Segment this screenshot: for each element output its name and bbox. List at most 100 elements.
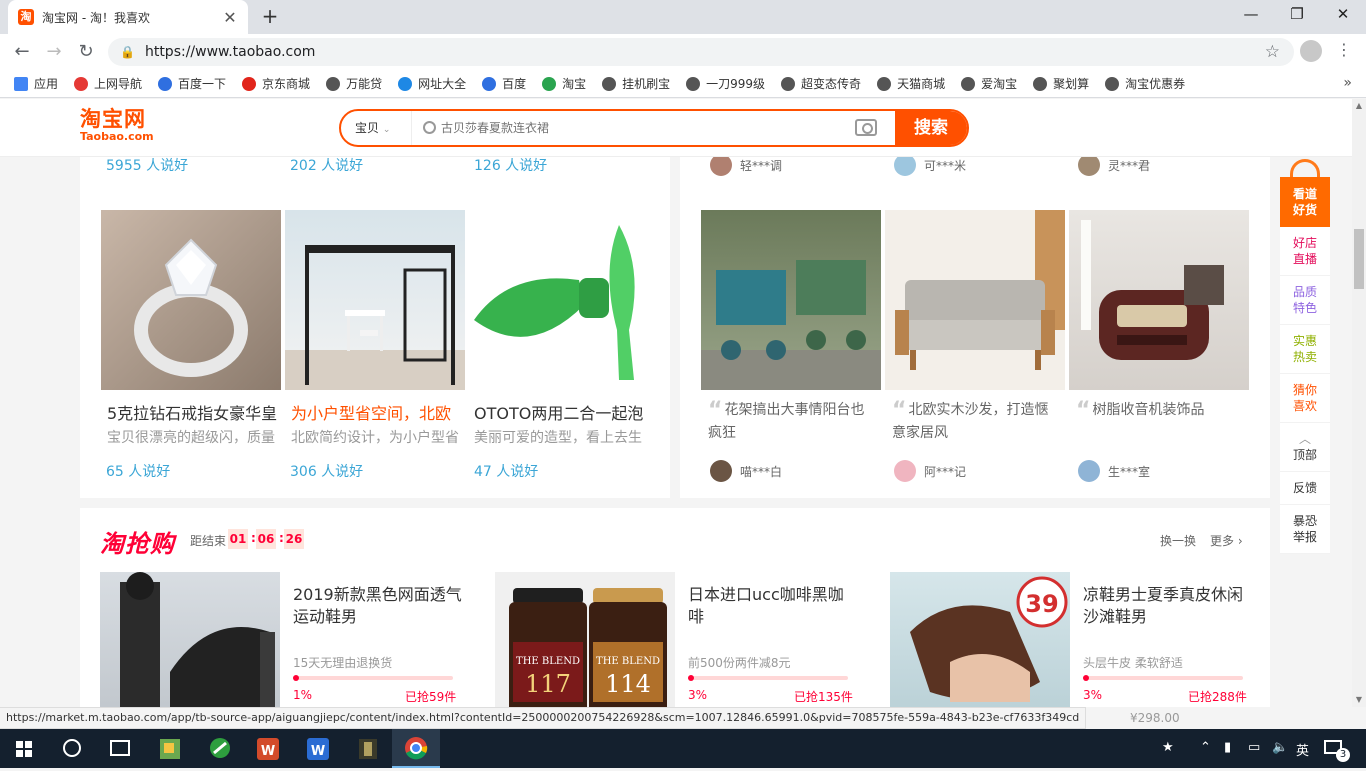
search-button[interactable]: 搜索 bbox=[895, 111, 967, 145]
side-tool-item[interactable]: 品质特色 bbox=[1280, 276, 1330, 325]
countdown-label: 距结束 bbox=[190, 534, 227, 548]
side-tool-item[interactable]: 好店直播 bbox=[1280, 227, 1330, 276]
apps-grid-icon bbox=[14, 76, 28, 91]
search-category-select[interactable]: 宝贝 ⌄ bbox=[355, 111, 390, 145]
refresh-link[interactable]: 换一换 bbox=[1160, 532, 1196, 549]
bookmark-item[interactable]: 上网导航 bbox=[74, 75, 142, 92]
volume-icon[interactable]: 🔈 bbox=[1272, 740, 1288, 755]
bookmark-item[interactable]: 应用 bbox=[14, 75, 58, 92]
bookmark-favicon-icon bbox=[686, 76, 701, 91]
forward-arrow-icon[interactable]: → bbox=[42, 40, 66, 64]
side-tool-label: 暴恐举报 bbox=[1292, 514, 1317, 544]
review-quote[interactable]: “北欧实木沙发，打造惬意家居风 bbox=[892, 399, 1062, 444]
bookmark-favicon-icon bbox=[961, 76, 976, 91]
bookmark-favicon-icon bbox=[542, 76, 557, 91]
reload-icon[interactable]: ↻ bbox=[74, 40, 98, 64]
radio-product-image[interactable] bbox=[1069, 210, 1249, 390]
bookmark-label: 一刀999级 bbox=[706, 77, 766, 91]
bookmark-item[interactable]: 淘宝 bbox=[542, 75, 586, 92]
side-tool-item[interactable]: 暴恐举报 bbox=[1280, 505, 1330, 554]
network-icon[interactable]: ▭ bbox=[1248, 740, 1260, 755]
tab-close-icon[interactable]: ✕ bbox=[222, 8, 238, 27]
side-tool-item[interactable]: 猜你喜欢 bbox=[1280, 374, 1330, 423]
flash-item-subtitle: 15天无理由退换货 bbox=[293, 656, 393, 670]
bookmark-item[interactable]: 网址大全 bbox=[398, 75, 466, 92]
task-view-icon[interactable] bbox=[96, 729, 144, 768]
browser-tab[interactable]: 淘 淘宝网 - 淘！我喜欢 ✕ bbox=[8, 0, 248, 34]
scroll-up-icon[interactable]: ▲ bbox=[1352, 99, 1366, 113]
ring-product-image[interactable] bbox=[101, 210, 281, 390]
product-title[interactable]: 5克拉钻石戒指女豪华皇 bbox=[107, 400, 279, 424]
camera-icon[interactable] bbox=[855, 119, 877, 136]
battery-icon[interactable]: ▮ bbox=[1224, 740, 1231, 755]
back-arrow-icon[interactable]: ← bbox=[10, 40, 34, 64]
review-quote[interactable]: “树脂收音机装饰品 bbox=[1076, 399, 1246, 422]
game-app-icon[interactable] bbox=[344, 729, 392, 768]
minimize-icon[interactable]: — bbox=[1228, 0, 1274, 30]
user-name: 可***米 bbox=[924, 158, 967, 173]
bookmark-star-icon[interactable]: ☆ bbox=[1265, 42, 1280, 62]
scroll-thumb[interactable] bbox=[1354, 229, 1364, 289]
photos-app-icon[interactable] bbox=[146, 729, 194, 768]
360-browser-icon[interactable] bbox=[196, 729, 244, 768]
menu-dots-icon[interactable]: ⋮ bbox=[1336, 40, 1352, 59]
side-tool-item[interactable]: 实惠热卖 bbox=[1280, 325, 1330, 374]
flash-item-title[interactable]: 凉鞋男士夏季真皮休闲沙滩鞋男 bbox=[1083, 584, 1253, 628]
bookmarks-bar: 应用 上网导航 百度一下 京东商城 万能贷 网址大全 百度 淘宝 挂机刷宝 一刀999级 超变态传奇… bbox=[0, 70, 1366, 98]
address-bar[interactable]: 🔒 https://www.taobao.com ☆ bbox=[108, 38, 1294, 66]
side-tool-label: 好店直播 bbox=[1292, 236, 1317, 266]
bookmark-item[interactable]: 淘宝优惠券 bbox=[1105, 75, 1185, 92]
divider bbox=[411, 111, 412, 145]
bookmark-item[interactable]: 聚划算 bbox=[1033, 75, 1089, 92]
taobao-logo[interactable]: 淘宝网 Taobao.com bbox=[80, 107, 162, 147]
tool-featured[interactable]: 看道好货 bbox=[1280, 177, 1330, 227]
review-quote[interactable]: “花架搞出大事情阳台也疯狂 bbox=[708, 399, 878, 444]
bookmark-item[interactable]: 爱淘宝 bbox=[961, 75, 1017, 92]
loft-bed-product-image[interactable] bbox=[285, 210, 465, 390]
wps-writer-icon[interactable]: W bbox=[294, 729, 342, 768]
restore-icon[interactable]: ❐ bbox=[1274, 0, 1320, 30]
ime-indicator[interactable]: 英 bbox=[1296, 740, 1309, 759]
bookmark-item[interactable]: 百度 bbox=[482, 75, 526, 92]
flash-item-title[interactable]: 2019新款黑色网面透气运动鞋男 bbox=[293, 584, 463, 628]
plant-stand-product-image[interactable] bbox=[701, 210, 881, 390]
bookmark-item[interactable]: 万能贷 bbox=[326, 75, 382, 92]
sofa-product-image[interactable] bbox=[885, 210, 1065, 390]
bookmark-item[interactable]: 一刀999级 bbox=[686, 75, 765, 92]
loft-bed-illustration bbox=[285, 245, 465, 390]
sold-count: 已抢59件 bbox=[405, 690, 457, 704]
product-title[interactable]: 为小户型省空间，北欧 bbox=[291, 400, 463, 424]
window-close-icon[interactable]: ✕ bbox=[1320, 0, 1366, 30]
tray-chevron-icon[interactable]: ⌃ bbox=[1200, 740, 1211, 755]
bookmark-item[interactable]: 挂机刷宝 bbox=[602, 75, 670, 92]
bookmarks-overflow-icon[interactable]: » bbox=[1343, 75, 1352, 91]
page-scrollbar[interactable]: ▲ ▼ bbox=[1352, 99, 1366, 707]
profile-avatar[interactable] bbox=[1300, 40, 1322, 62]
flash-item-title[interactable]: 日本进口ucc咖啡黑咖啡 bbox=[688, 584, 858, 628]
bookmark-item[interactable]: 超变态传奇 bbox=[781, 75, 861, 92]
taobao-favicon-icon: 淘 bbox=[18, 9, 34, 25]
search-input[interactable] bbox=[441, 117, 841, 139]
chrome-icon[interactable] bbox=[392, 729, 440, 768]
notification-center-icon[interactable]: 3 bbox=[1324, 740, 1350, 762]
product-title[interactable]: OTOTO两用二合一起泡 bbox=[474, 400, 646, 424]
more-link[interactable]: 更多 › bbox=[1210, 532, 1243, 549]
scroll-down-icon[interactable]: ▼ bbox=[1352, 693, 1366, 707]
new-tab-button[interactable]: + bbox=[258, 5, 282, 29]
people-icon[interactable]: ★ bbox=[1162, 740, 1174, 755]
browser-toolbar: ← → ↻ 🔒 https://www.taobao.com ☆ bbox=[0, 34, 1366, 70]
windows-start-icon[interactable] bbox=[0, 729, 48, 768]
sneaker-product-image[interactable] bbox=[100, 572, 280, 707]
flash-sale-logo[interactable]: 淘抢购 bbox=[100, 524, 175, 559]
cortana-search-icon[interactable] bbox=[48, 729, 96, 768]
wps-icon[interactable]: W bbox=[244, 729, 292, 768]
coffee-product-image[interactable]: THE BLEND 117 THE BLEND 114 bbox=[495, 572, 675, 707]
sandal-product-image[interactable]: 39 bbox=[890, 572, 1070, 707]
side-tool-item[interactable]: ︿ 顶部 bbox=[1280, 423, 1330, 472]
bookmark-item[interactable]: 天猫商城 bbox=[877, 75, 945, 92]
bookmark-item[interactable]: 百度一下 bbox=[158, 75, 226, 92]
side-tool-item[interactable]: 反馈 bbox=[1280, 472, 1330, 505]
green-gadget-product-image[interactable] bbox=[469, 210, 649, 390]
plant-stand-illustration bbox=[701, 260, 881, 390]
bookmark-item[interactable]: 京东商城 bbox=[242, 75, 310, 92]
